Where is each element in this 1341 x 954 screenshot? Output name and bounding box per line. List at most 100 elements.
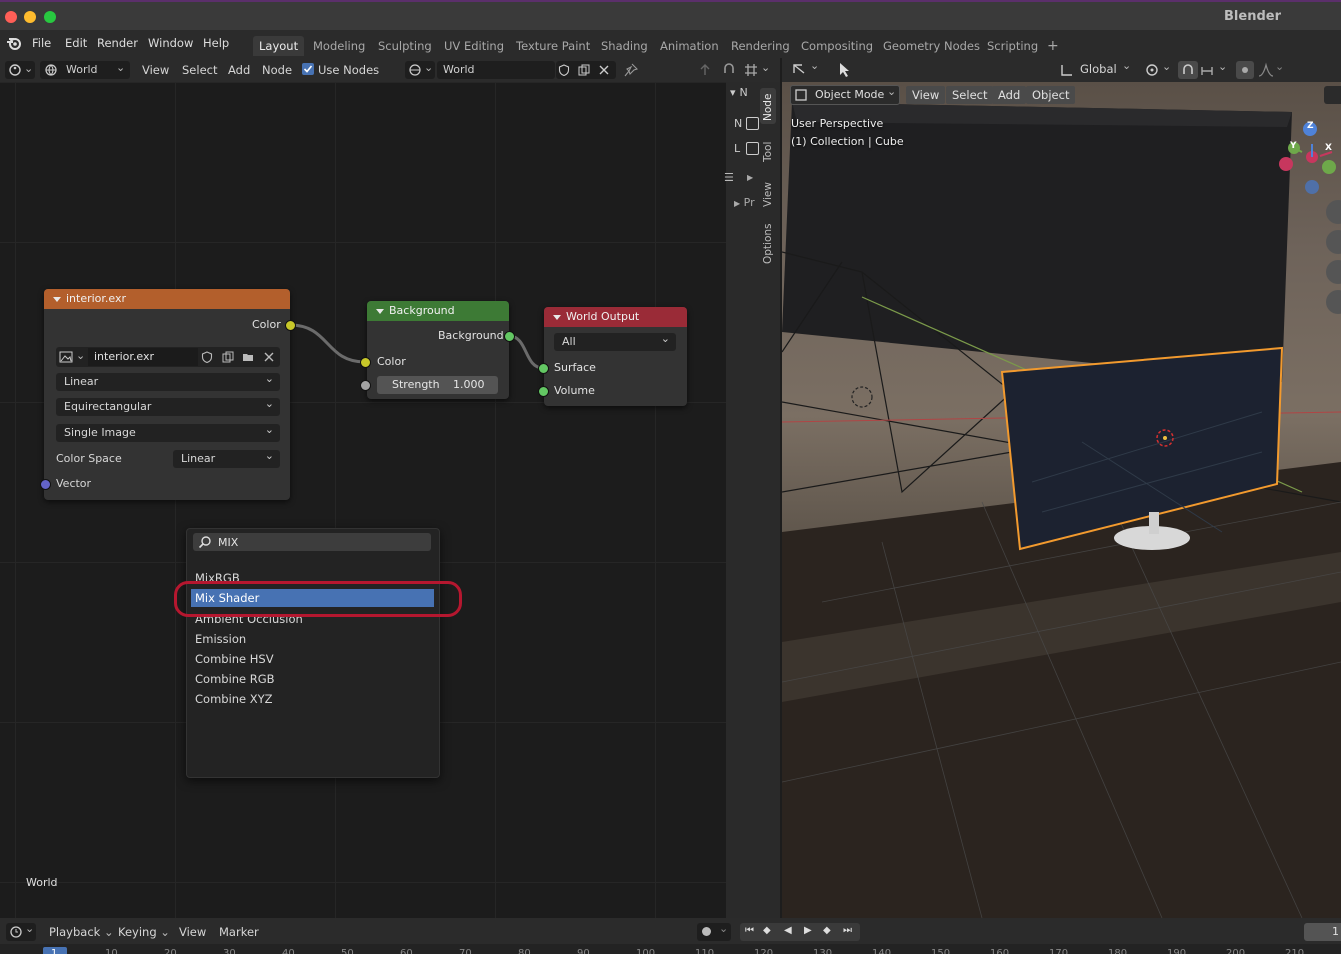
image-name-field[interactable]: interior.exr [88, 348, 198, 366]
background-color-input-socket[interactable] [360, 357, 371, 368]
snap-grid-icon[interactable] [744, 63, 758, 77]
falloff-icon[interactable] [1258, 62, 1274, 78]
tab-texture-paint[interactable]: Texture Paint [510, 36, 596, 56]
use-nodes-checkbox[interactable] [302, 63, 314, 75]
current-frame-field[interactable]: 1 [1304, 923, 1341, 941]
image-source-dropdown[interactable]: Single Image [56, 421, 280, 442]
image-node-title[interactable]: interior.exr [44, 289, 290, 309]
tab-sculpting[interactable]: Sculpting [372, 36, 438, 56]
snap-icon[interactable] [722, 63, 736, 77]
shield-icon[interactable] [558, 64, 570, 76]
world-browse-button[interactable]: ⌄ [405, 61, 435, 79]
proportional-edit-toggle[interactable] [1236, 61, 1254, 79]
shield-icon[interactable] [201, 351, 213, 363]
timeline-view-menu[interactable]: View [179, 925, 206, 939]
properties-row[interactable]: ▶ Pr [734, 196, 755, 209]
editor-type-button[interactable]: ⌄ [5, 61, 35, 79]
add-workspace-button[interactable]: + [1041, 36, 1065, 56]
close-icon[interactable] [263, 351, 275, 363]
viewport-select-menu[interactable]: Select [946, 86, 994, 104]
sidebar-tab-tool[interactable]: Tool [762, 142, 774, 162]
blender-logo-icon[interactable] [6, 35, 22, 51]
panel-icon[interactable] [746, 142, 759, 155]
snap-target-icon[interactable] [1200, 63, 1214, 77]
strength-slider[interactable]: Strength 1.000 [377, 376, 498, 394]
tab-modeling[interactable]: Modeling [307, 36, 371, 56]
playback-menu[interactable]: Playback ⌄ [49, 925, 114, 939]
viewport-overlay-toggle[interactable] [1324, 86, 1341, 104]
background-strength-input-socket[interactable] [360, 380, 371, 391]
3d-viewport[interactable]: Object Mode ⌄ View Select Add Object Use… [782, 82, 1341, 918]
surface-input-socket[interactable] [538, 363, 549, 374]
next-keyframe-icon[interactable]: ◆ [823, 925, 831, 936]
node-view-menu[interactable]: View [142, 63, 169, 77]
snap-toggle[interactable] [1178, 61, 1198, 79]
gizmo-y-label[interactable]: Y [1290, 141, 1297, 151]
folder-icon[interactable] [242, 351, 254, 363]
search-input[interactable]: MIX [193, 533, 431, 551]
panel-icon[interactable] [746, 117, 759, 130]
gizmo-x-label[interactable]: X [1325, 143, 1332, 153]
menu-window[interactable]: Window [148, 36, 193, 50]
tab-uv-editing[interactable]: UV Editing [438, 36, 510, 56]
expand-arrow-icon[interactable]: ▶ [747, 173, 753, 182]
object-mode-dropdown[interactable]: Object Mode ⌄ [790, 85, 900, 105]
keying-menu[interactable]: Keying ⌄ [118, 925, 170, 939]
auto-key-button[interactable]: ⌄ [697, 922, 731, 941]
world-name-field[interactable]: World [437, 61, 555, 79]
duplicate-icon[interactable] [578, 64, 590, 76]
image-color-output-socket[interactable] [285, 320, 296, 331]
menu-edit[interactable]: Edit [65, 36, 87, 50]
menu-file[interactable]: File [32, 36, 51, 50]
tab-rendering[interactable]: Rendering [725, 36, 796, 56]
search-result-combine-hsv[interactable]: Combine HSV [195, 652, 274, 666]
play-reverse-icon[interactable]: ◀ [784, 925, 792, 936]
chevron-down-icon[interactable]: ⌄ [76, 347, 85, 365]
viewport-view-menu[interactable]: View [906, 86, 946, 104]
sidebar-toggle[interactable]: ▾ N [730, 86, 760, 99]
play-icon[interactable]: ▶ [804, 925, 812, 936]
sidebar-tab-options[interactable]: Options [762, 223, 774, 264]
shader-type-dropdown[interactable]: World ⌄ [40, 61, 130, 79]
tab-scripting[interactable]: Scripting [981, 36, 1044, 56]
menu-render[interactable]: Render [97, 36, 138, 50]
world-output-node-title[interactable]: World Output [544, 307, 687, 327]
sidebar-tab-view[interactable]: View [762, 182, 774, 207]
duplicate-icon[interactable] [222, 351, 234, 363]
chevron-down-icon[interactable]: ⌄ [1218, 60, 1227, 73]
sidebar-tab-node[interactable]: Node [762, 94, 774, 121]
pivot-icon[interactable] [1144, 62, 1160, 78]
menu-help[interactable]: Help [203, 36, 229, 50]
image-icon[interactable] [59, 350, 73, 364]
pin-icon[interactable] [624, 63, 638, 77]
node-add-menu[interactable]: Add [228, 63, 250, 77]
node-editor-canvas[interactable] [0, 82, 726, 918]
playhead[interactable] [43, 947, 67, 954]
background-node-title[interactable]: Background [367, 301, 509, 321]
timeline-ruler[interactable] [0, 944, 1341, 954]
drag-handle-icon[interactable]: ☰ [724, 171, 734, 184]
chevron-down-icon[interactable]: ⌄ [1275, 60, 1284, 73]
node-select-menu[interactable]: Select [182, 63, 217, 77]
search-result-emission[interactable]: Emission [195, 632, 246, 646]
close-icon[interactable] [598, 64, 610, 76]
prev-keyframe-icon[interactable]: ◆ [763, 925, 771, 936]
viewport-add-menu[interactable]: Add [992, 86, 1027, 104]
gizmo-z-label[interactable]: Z [1307, 121, 1314, 131]
projection-dropdown[interactable]: Equirectangular [56, 395, 280, 416]
tab-layout[interactable]: Layout [253, 36, 305, 56]
node-node-menu[interactable]: Node [262, 63, 292, 77]
tab-shading[interactable]: Shading [595, 36, 654, 56]
chevron-down-icon[interactable]: ⌄ [1162, 60, 1171, 73]
tab-animation[interactable]: Animation [654, 36, 725, 56]
transform-orientation-dropdown[interactable]: Global ⌄ [1058, 59, 1134, 79]
tab-compositing[interactable]: Compositing [795, 36, 879, 56]
search-result-combine-rgb[interactable]: Combine RGB [195, 672, 275, 686]
search-result-combine-xyz[interactable]: Combine XYZ [195, 692, 273, 706]
jump-start-icon[interactable]: ⏮ [745, 925, 754, 936]
viewport-object-menu[interactable]: Object [1026, 86, 1076, 104]
background-output-socket[interactable] [504, 331, 515, 342]
tab-geometry-nodes[interactable]: Geometry Nodes [877, 36, 986, 56]
timeline-editor-type-button[interactable]: ⌄ [6, 922, 36, 941]
jump-end-icon[interactable]: ⏭ [843, 925, 852, 936]
